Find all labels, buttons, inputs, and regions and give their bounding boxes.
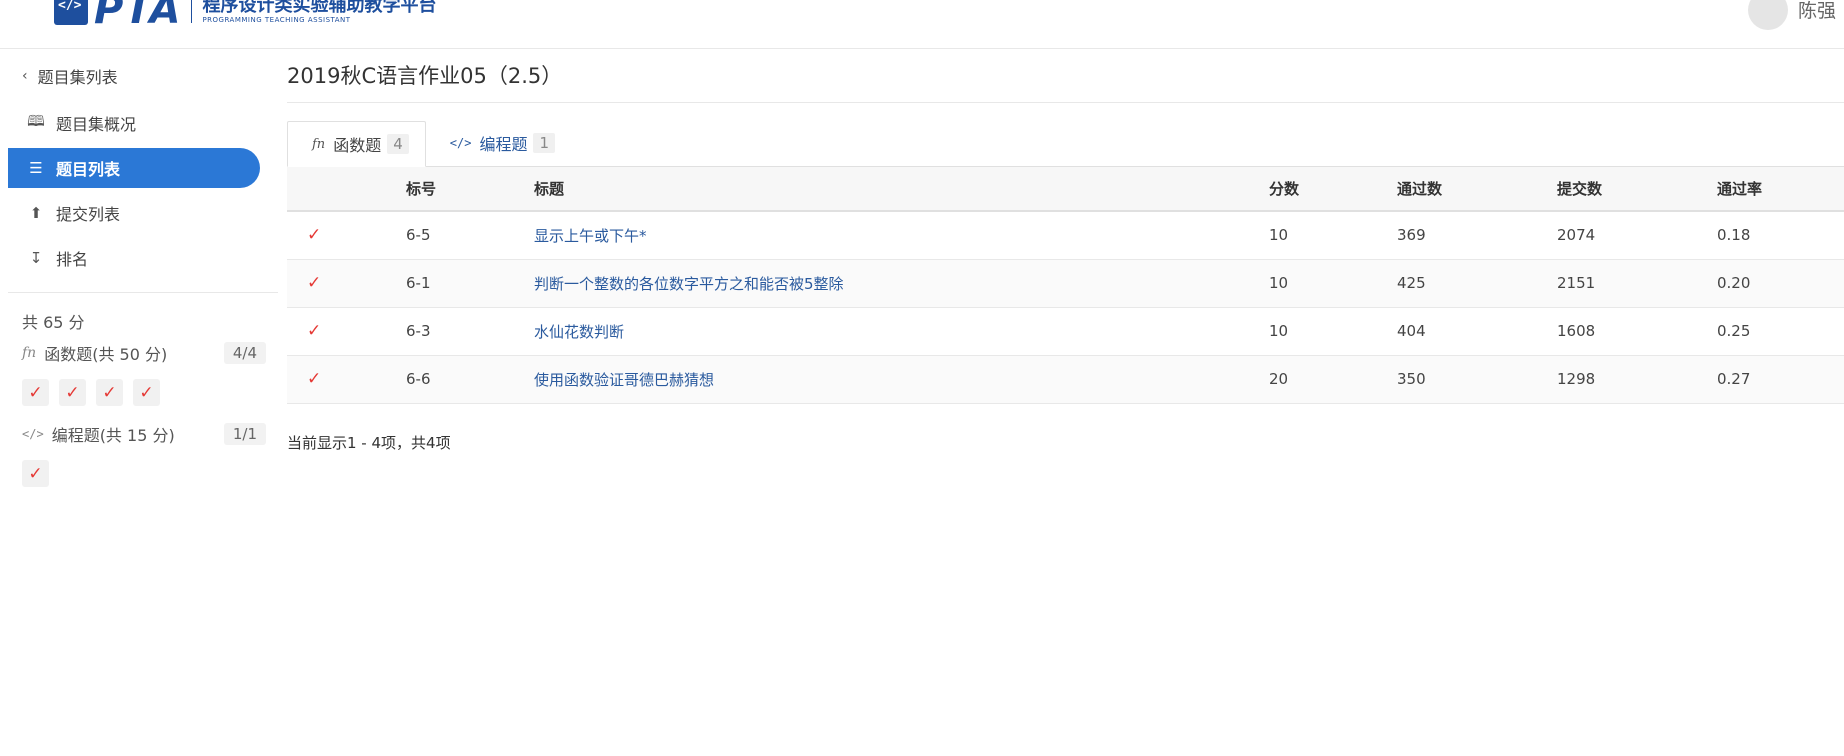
function-problems-summary: fn 函数题(共 50 分) 4/4: [8, 337, 266, 369]
tab-label: 编程题: [479, 135, 528, 154]
table-row[interactable]: ✓ 6-5 显示上午或下午* 10 369 2074 0.18: [287, 211, 1844, 259]
checkmark-icon: ✓: [307, 273, 322, 293]
user-name[interactable]: 陈强: [1798, 0, 1836, 23]
function-problems-checks: ✓ ✓ ✓ ✓: [8, 379, 278, 406]
checkmark-icon[interactable]: ✓: [59, 379, 86, 406]
problem-type-tabs: fn 函数题 4 </> 编程题 1: [287, 111, 1844, 167]
passed-count: 404: [1397, 322, 1426, 340]
col-header-rate[interactable]: 通过率: [1717, 167, 1844, 211]
problem-title-link[interactable]: 显示上午或下午*: [534, 227, 647, 245]
code-logo-icon: [54, 0, 88, 25]
sidebar-item-label: 题目列表: [56, 160, 121, 179]
sidebar: ‹ 题目集列表 🕮 题目集概况 ☰ 题目列表 ⬆ 提交列表 ↧ 排名 共 65 …: [8, 49, 278, 499]
total-score: 共 65 分: [22, 313, 85, 332]
group-label: 函数题(共 50 分): [44, 345, 168, 364]
table-row[interactable]: ✓ 6-3 水仙花数判断 10 404 1608 0.25: [287, 307, 1844, 355]
page-title: 2019秋C语言作业05（2.5）: [287, 49, 1844, 103]
submitted-count: 1608: [1557, 322, 1596, 340]
tab-label: 函数题: [333, 136, 382, 155]
checkmark-icon[interactable]: ✓: [133, 379, 160, 406]
problem-score: 20: [1269, 370, 1289, 388]
submitted-count: 2074: [1557, 226, 1596, 245]
pass-rate: 0.27: [1717, 370, 1751, 388]
back-label: 题目集列表: [37, 68, 118, 87]
code-icon: </>: [449, 136, 472, 150]
checkmark-icon[interactable]: ✓: [22, 460, 49, 487]
user-menu[interactable]: 陈强: [1747, 0, 1844, 30]
book-icon: 🕮: [27, 111, 45, 130]
upload-icon: ⬆: [29, 204, 43, 222]
problem-title-link[interactable]: 使用函数验证哥德巴赫猜想: [534, 371, 714, 389]
top-header: PTA 程序设计类实验辅助教学平台 PROGRAMMING TEACHING A…: [0, 0, 1844, 49]
problem-title-link[interactable]: 水仙花数判断: [534, 323, 624, 341]
pass-rate: 0.20: [1717, 274, 1751, 292]
sidebar-item-label: 题目集概况: [56, 115, 137, 134]
problem-id: 6-6: [406, 370, 431, 388]
logo-title: 程序设计类实验辅助教学平台: [202, 0, 437, 16]
col-header-passed[interactable]: 通过数: [1397, 167, 1557, 211]
pass-rate: 0.18: [1717, 226, 1751, 245]
col-header-id[interactable]: 标号: [406, 167, 534, 211]
problem-table: 标号 标题 分数 通过数 提交数 通过率 ✓ 6-5 显示上午或下午* 10 3…: [287, 167, 1844, 404]
tab-count-badge: 4: [387, 134, 409, 154]
checkmark-icon: ✓: [307, 321, 322, 341]
function-icon: fn: [312, 136, 326, 152]
chevron-left-icon: ‹: [22, 68, 28, 84]
sidebar-divider: [8, 292, 278, 293]
pass-rate: 0.25: [1717, 322, 1751, 340]
problem-score: 10: [1269, 226, 1289, 245]
problem-title-link[interactable]: 判断一个整数的各位数字平方之和能否被5整除: [534, 275, 844, 293]
problem-id: 6-1: [406, 274, 431, 292]
pagination-info: 当前显示1 - 4项，共4项: [287, 433, 451, 452]
submitted-count: 2151: [1557, 274, 1596, 292]
checkmark-icon[interactable]: ✓: [22, 379, 49, 406]
tab-function-problems[interactable]: fn 函数题 4: [287, 121, 426, 167]
avatar[interactable]: [1747, 0, 1788, 30]
checkmark-icon[interactable]: ✓: [96, 379, 123, 406]
main-content: 2019秋C语言作业05（2.5） fn 函数题 4 </> 编程题 1 标号: [287, 49, 1844, 453]
checkmark-icon: ✓: [307, 369, 322, 389]
problem-id: 6-5: [406, 226, 431, 245]
function-icon: fn: [22, 345, 37, 361]
back-to-problem-sets-link[interactable]: ‹ 题目集列表: [8, 49, 278, 103]
problem-score: 10: [1269, 274, 1289, 292]
logo-divider: [191, 0, 193, 23]
sidebar-item-submissions[interactable]: ⬆ 提交列表: [8, 193, 278, 233]
table-row[interactable]: ✓ 6-1 判断一个整数的各位数字平方之和能否被5整除 10 425 2151 …: [287, 259, 1844, 307]
programming-problems-summary: </> 编程题(共 15 分) 1/1: [8, 418, 266, 450]
submitted-count: 1298: [1557, 370, 1596, 388]
tab-count-badge: 1: [533, 133, 555, 153]
table-header-row: 标号 标题 分数 通过数 提交数 通过率: [287, 167, 1844, 211]
logo-english: PROGRAMMING TEACHING ASSISTANT: [202, 15, 351, 24]
sidebar-item-label: 提交列表: [56, 205, 121, 224]
tab-programming-problems[interactable]: </> 编程题 1: [426, 120, 571, 166]
col-header-status: [287, 167, 406, 211]
sidebar-item-problem-list[interactable]: ☰ 题目列表: [8, 148, 260, 188]
logo-subtitle-block: 程序设计类实验辅助教学平台 PROGRAMMING TEACHING ASSIS…: [202, 0, 436, 25]
pta-logo[interactable]: PTA 程序设计类实验辅助教学平台 PROGRAMMING TEACHING A…: [54, 0, 436, 33]
passed-count: 369: [1397, 226, 1426, 245]
col-header-title[interactable]: 标题: [534, 167, 1269, 211]
problem-score: 10: [1269, 322, 1289, 340]
sort-icon: ↧: [29, 249, 43, 267]
table-row[interactable]: ✓ 6-6 使用函数验证哥德巴赫猜想 20 350 1298 0.27: [287, 355, 1844, 403]
checkmark-icon: ✓: [307, 225, 322, 246]
code-icon: </>: [22, 427, 44, 441]
passed-count: 350: [1397, 370, 1426, 388]
progress-badge: 4/4: [223, 342, 266, 364]
list-icon: ☰: [29, 159, 43, 177]
col-header-submitted[interactable]: 提交数: [1557, 167, 1717, 211]
logo-text: PTA: [94, 0, 182, 33]
sidebar-item-label: 排名: [56, 250, 89, 269]
group-label: 编程题(共 15 分): [51, 426, 175, 445]
sidebar-item-ranking[interactable]: ↧ 排名: [8, 238, 278, 278]
programming-problems-checks: ✓: [8, 460, 278, 487]
col-header-score[interactable]: 分数: [1269, 167, 1397, 211]
problem-id: 6-3: [406, 322, 431, 340]
passed-count: 425: [1397, 274, 1426, 292]
progress-badge: 1/1: [223, 423, 266, 445]
sidebar-item-overview[interactable]: 🕮 题目集概况: [8, 103, 278, 143]
